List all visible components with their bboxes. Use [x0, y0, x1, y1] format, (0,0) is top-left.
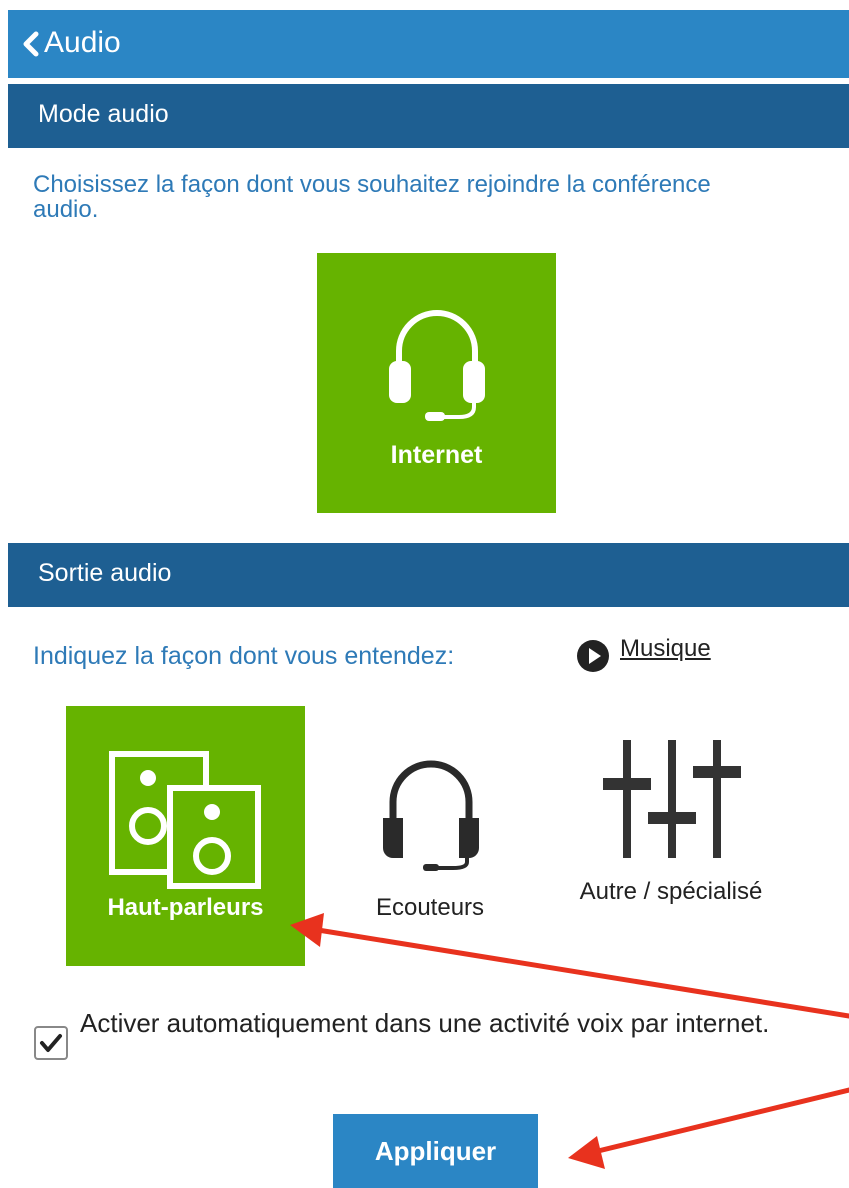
music-test-link[interactable]: Musique: [620, 634, 711, 664]
checkmark-icon: [40, 1034, 62, 1052]
mode-option-label: Internet: [390, 441, 483, 469]
mode-option-internet[interactable]: Internet: [317, 253, 556, 513]
output-option-label: Autre / spécialisé: [579, 878, 763, 905]
output-instruction-text: Indiquez la façon dont vous entendez:: [33, 642, 455, 670]
section-title: Mode audio: [38, 100, 169, 128]
section-header-output-audio: Sortie audio: [8, 543, 849, 607]
headset-icon: [389, 310, 485, 421]
equalizer-icon: [603, 740, 741, 858]
output-option-speakers[interactable]: Haut-parleurs: [66, 706, 305, 966]
mode-intro-text: Choisissez la façon dont vous souhaitez …: [33, 171, 711, 223]
apply-button[interactable]: Appliquer: [333, 1114, 538, 1188]
output-option-other[interactable]: Autre / spécialisé: [576, 706, 766, 966]
speakers-icon: [109, 751, 261, 889]
headphones-icon: [383, 760, 479, 871]
top-bar: Audio: [8, 10, 849, 78]
output-option-headphones[interactable]: Ecouteurs: [345, 706, 515, 966]
section-title: Sortie audio: [38, 559, 172, 587]
auto-enable-checkbox[interactable]: [34, 1026, 68, 1060]
output-option-label: Haut-parleurs: [107, 894, 264, 921]
page-title[interactable]: Audio: [44, 26, 121, 60]
play-icon[interactable]: [576, 639, 610, 673]
output-option-label: Ecouteurs: [375, 894, 485, 921]
chevron-left-icon[interactable]: [20, 30, 42, 58]
auto-enable-label: Activer automatiquement dans une activit…: [80, 1008, 770, 1038]
section-header-mode-audio: Mode audio: [8, 84, 849, 148]
